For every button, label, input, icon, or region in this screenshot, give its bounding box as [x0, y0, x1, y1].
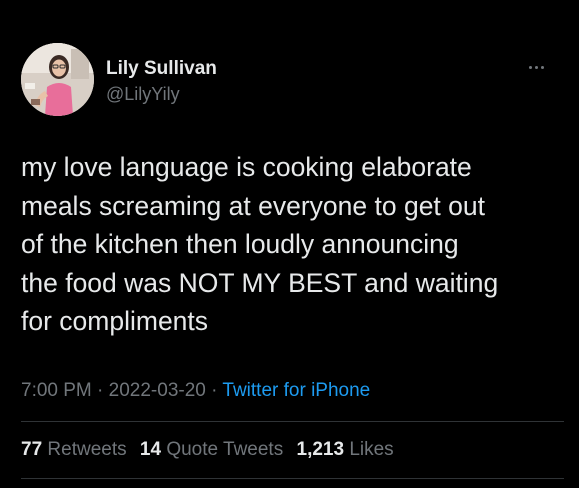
meta-separator: ·: [211, 380, 218, 401]
more-icon: [528, 65, 544, 69]
likes-count: 1,213: [296, 439, 345, 460]
quote-tweets-count: 14: [139, 439, 162, 460]
retweets-count: 77: [21, 439, 43, 460]
divider: [21, 478, 564, 479]
display-name[interactable]: Lily Sullivan: [106, 58, 217, 80]
meta-separator: ·: [97, 380, 104, 401]
tweet-meta: 7:00 PM · 2022-03-20 · Twitter for iPhon…: [21, 380, 370, 402]
retweets-stat[interactable]: 77 Retweets: [21, 439, 127, 460]
profile-photo-icon: [21, 43, 94, 116]
quote-tweets-stat[interactable]: 14 Quote Tweets: [140, 439, 283, 460]
retweets-label: Retweets: [47, 439, 127, 460]
likes-stat[interactable]: 1,213 Likes: [297, 439, 394, 460]
likes-label: Likes: [349, 439, 394, 460]
avatar[interactable]: [21, 43, 94, 116]
tweet-source-link[interactable]: Twitter for iPhone: [222, 380, 370, 401]
more-options-button[interactable]: [522, 57, 550, 77]
user-handle[interactable]: @LilyYily: [106, 84, 180, 105]
tweet-date[interactable]: 2022-03-20: [109, 380, 206, 401]
tweet-stats: 77 Retweets 14 Quote Tweets 1,213 Likes: [21, 439, 402, 461]
quote-tweets-label: Quote Tweets: [166, 439, 284, 460]
tweet-time[interactable]: 7:00 PM: [21, 380, 92, 401]
divider: [21, 421, 564, 422]
tweet-card: Lily Sullivan @LilyYily my love language…: [0, 0, 579, 488]
tweet-text: my love language is cooking elaborate me…: [21, 152, 499, 336]
